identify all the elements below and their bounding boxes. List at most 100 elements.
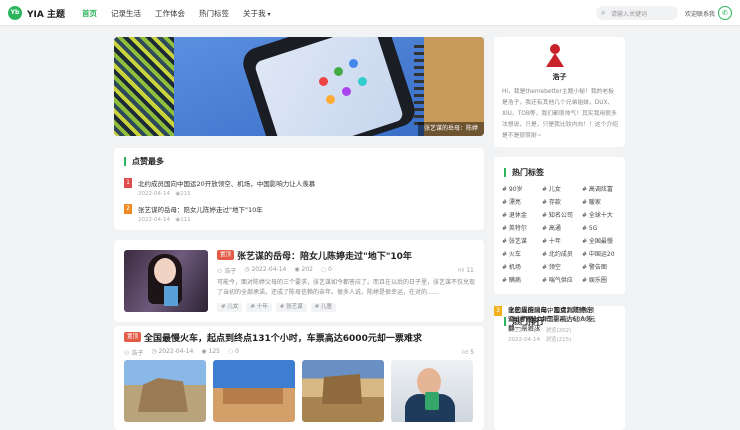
search-icon[interactable]: ⌕ (601, 8, 605, 18)
tag-link[interactable]: # 机场 (502, 263, 542, 273)
tag-link[interactable]: # 十年 (542, 237, 582, 247)
site-brand[interactable]: YIA 主题 (27, 7, 65, 20)
like-value: 11 (466, 267, 474, 274)
avatar-body (546, 53, 564, 67)
tag-label: 张艺谋 (286, 304, 303, 310)
tag-label: 儿童 (320, 304, 332, 310)
views-meta: ◉ 202 (294, 266, 313, 275)
tag-link[interactable]: # 全球十大 (582, 211, 622, 221)
author-meta[interactable]: ⚇ 浩子 (217, 266, 236, 275)
article-author: 浩子 (224, 268, 237, 275)
comments-meta[interactable]: ◌ 0 (228, 348, 239, 357)
article-title[interactable]: 张艺谋的岳母：陪女儿陈婷走过"地下"10年 (237, 249, 412, 262)
like-count[interactable]: 👍︎ 11 (458, 266, 474, 274)
nav-about[interactable]: 关于我 ▾ (243, 8, 271, 19)
main-nav: 首页 记录生活 工作体会 热门标签 关于我 ▾ (82, 8, 271, 19)
thumbnail-phone (164, 286, 178, 306)
tag-chip[interactable]: # 儿女 (217, 303, 243, 312)
hero-banner[interactable]: 张艺谋的岳母：陈婷 (114, 37, 484, 136)
tag-link[interactable]: # 高通 (542, 224, 582, 234)
hot-rank-card: 热门排行 1 北约成员国向中国运20开放领空、机场，中国影响力让人羡慕 2022… (494, 306, 625, 430)
search-input[interactable]: ⌕ 请输入关键词 (596, 6, 678, 20)
nav-about-label: 关于我 (243, 9, 266, 18)
views-meta: ◉ 125 (201, 348, 220, 357)
item-title[interactable]: 全国最慢火车，起点到终点131个小时，车票高达6000元却一票难求 (508, 306, 596, 333)
nav-life[interactable]: 记录生活 (111, 8, 141, 19)
item-views: 浏览(215) (545, 337, 572, 343)
like-value: 5 (470, 349, 475, 356)
article-title[interactable]: 全国最慢火车，起点到终点131个小时，车票高达6000元却一票难求 (144, 331, 422, 344)
rank-badge: 1 (124, 178, 132, 188)
tag-link[interactable]: # 存款 (542, 198, 582, 208)
article-thumbnail[interactable] (124, 250, 208, 312)
app-icon (342, 87, 351, 96)
article-meta: ⚇ 浩子 ◷ 2022-04-14 ◉ 202 ◌ 0 (217, 266, 332, 275)
most-liked-card: 点赞最多 1 北约成员国向中国运20开放领空、机场，中国影响力让人羡慕 2022… (114, 148, 484, 230)
nav-tags[interactable]: 热门标签 (199, 8, 229, 19)
image-ruin (138, 378, 188, 412)
item-views: 111 (180, 217, 191, 223)
tag-link[interactable]: # 暖家 (582, 198, 622, 208)
tag-link[interactable]: # 知名公司 (542, 211, 582, 221)
tag-link[interactable]: # 瞒病 (502, 276, 542, 286)
item-meta: 2022-04-14 ◉111 (138, 215, 191, 223)
chevron-down-icon: ▾ (267, 11, 271, 18)
hero-pattern (114, 37, 174, 136)
welcome-text[interactable]: 欢迎联系我 (685, 9, 715, 18)
tag-link[interactable]: # 领空 (542, 263, 582, 273)
tag-link[interactable]: # 5G (582, 224, 622, 234)
author-meta[interactable]: ⚇ 浩子 (124, 348, 143, 357)
wechat-icon[interactable]: ✆ (718, 6, 732, 20)
article-comments: 0 (235, 348, 239, 355)
profile-name[interactable]: 浩子 (494, 72, 625, 82)
most-liked-title: 点赞最多 (124, 157, 164, 166)
article-image[interactable] (302, 360, 384, 422)
article-excerpt: 可能今，面对陈婷父母的三个要求，张艺谋如今都答应了。而且在以后的日子里，张艺谋不… (217, 279, 475, 296)
article-image[interactable] (391, 360, 473, 422)
item-date: 2022-04-14 (508, 337, 540, 343)
article-author: 浩子 (131, 350, 144, 357)
site-logo-icon[interactable]: Yb (8, 6, 22, 20)
eye-icon: ◉ (201, 348, 209, 355)
tag-link[interactable]: # 张艺谋 (502, 237, 542, 247)
tag-link[interactable]: # 火车 (502, 250, 542, 260)
hero-caption[interactable]: 张艺谋的岳母：陈婷 (417, 122, 484, 136)
tag-link[interactable]: # 漂亮 (502, 198, 542, 208)
nav-work[interactable]: 工作体会 (155, 8, 185, 19)
article-meta: ⚇ 浩子 ◷ 2022-04-14 ◉ 125 ◌ 0 (124, 348, 239, 357)
tag-label: 十年 (256, 304, 268, 310)
article-card[interactable]: 置顶 张艺谋的岳母：陪女儿陈婷走过"地下"10年 ⚇ 浩子 ◷ 2022-04-… (114, 240, 484, 322)
item-title[interactable]: 北约成员国向中国运20开放领空、机场，中国影响力让人羡慕 (138, 178, 315, 188)
like-count[interactable]: 👍︎ 5 (462, 348, 474, 356)
tag-link[interactable]: # 北约成员 (542, 250, 582, 260)
article-views: 202 (301, 266, 313, 273)
tag-link[interactable]: # 高调炫富 (582, 185, 622, 195)
article-image[interactable] (213, 360, 295, 422)
tag-link[interactable]: # 90岁 (502, 185, 542, 195)
tag-chip[interactable]: # 儿童 (310, 303, 336, 312)
tag-chip[interactable]: # 十年 (246, 303, 272, 312)
item-date: 2022-04-14 (138, 217, 170, 223)
avatar[interactable] (543, 44, 567, 68)
rank-badge: 2 (124, 204, 132, 214)
item-meta: 2022-04-14 浏览(215) (508, 335, 571, 343)
app-icon (349, 59, 358, 68)
thumbnail-face (154, 258, 176, 284)
tag-link[interactable]: # 退休金 (502, 211, 542, 221)
tag-link[interactable]: # 喘气供应 (542, 276, 582, 286)
tag-link[interactable]: # 英特尔 (502, 224, 542, 234)
tag-link[interactable]: # 儿女 (542, 185, 582, 195)
tag-link[interactable]: # 警告图 (582, 263, 622, 273)
item-title[interactable]: 张艺谋的岳母：陪女儿陈婷走过"地下"10年 (138, 204, 263, 214)
comments-meta[interactable]: ◌ 0 (321, 266, 332, 275)
tag-link[interactable]: # 娱乐圈 (582, 276, 622, 286)
tag-link[interactable]: # 全国最慢 (582, 237, 622, 247)
article-image[interactable] (124, 360, 206, 422)
nav-home[interactable]: 首页 (82, 8, 97, 19)
avatar-head (550, 44, 560, 54)
hot-tags-title: 热门标签 (504, 168, 544, 177)
tag-label: 儿女 (227, 304, 239, 310)
tag-link[interactable]: # 中国运20 (582, 250, 622, 260)
image-ruin (223, 388, 283, 404)
tag-chip[interactable]: # 张艺谋 (275, 303, 307, 312)
